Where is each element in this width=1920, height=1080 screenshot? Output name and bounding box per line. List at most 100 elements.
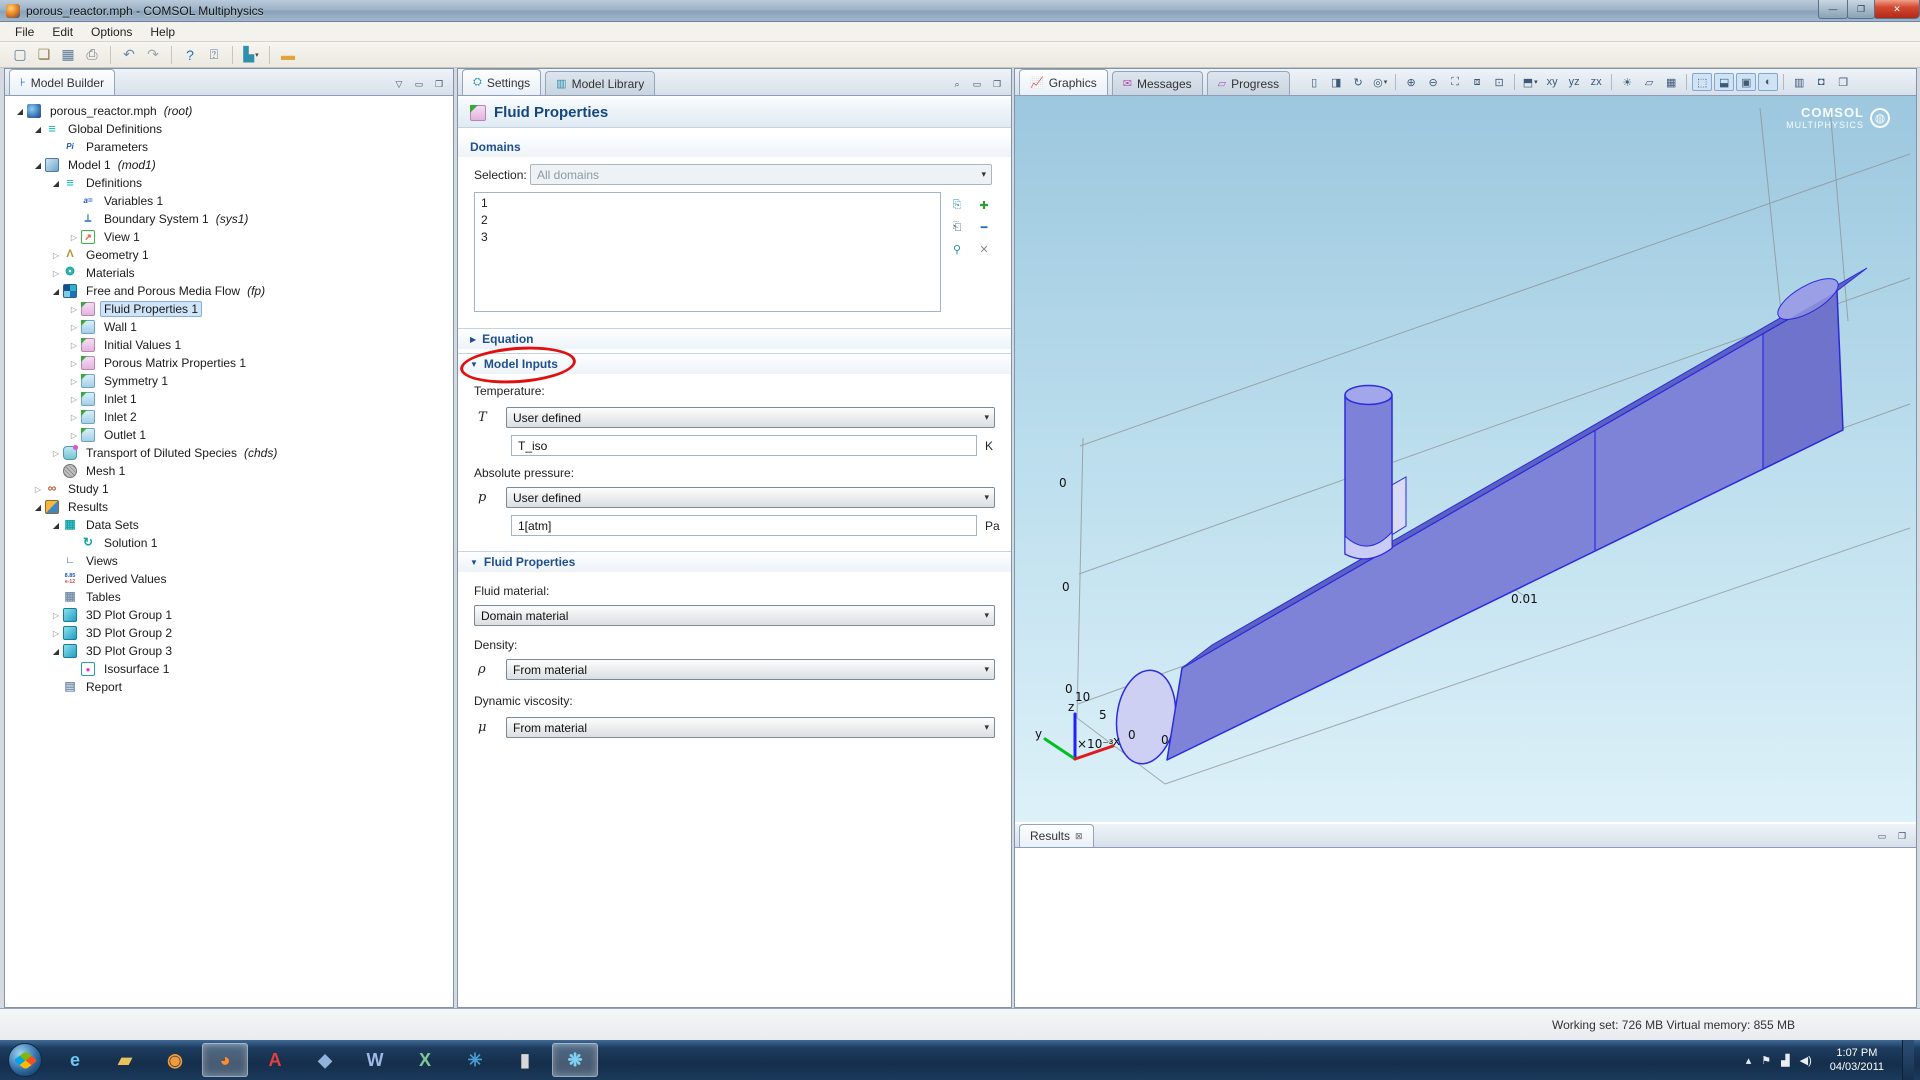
expanded-arrow-icon[interactable]: ◢ (49, 179, 63, 188)
show-desktop-button[interactable] (1902, 1040, 1914, 1080)
fluid-properties-section-header[interactable]: ▼ Fluid Properties (458, 551, 1011, 572)
wireframe-icon[interactable]: ▦ (1661, 73, 1681, 91)
tree-item-inlet-2[interactable]: ▷Inlet 2 (5, 408, 453, 426)
media-player-taskbar-button[interactable]: ◉ (152, 1043, 198, 1077)
tree-item-wall-1[interactable]: ▷Wall 1 (5, 318, 453, 336)
image-snapshot-icon[interactable]: ▥ (1789, 73, 1809, 91)
zx-view-icon[interactable]: zx (1586, 73, 1606, 91)
selection-dropdown[interactable]: All domains (530, 164, 992, 185)
measure-icon[interactable]: ▬ (276, 44, 300, 66)
collapsed-arrow-icon[interactable]: ▷ (67, 359, 81, 368)
tree-item-3d-plot-group-2[interactable]: ▷3D Plot Group 2 (5, 624, 453, 642)
minimize-window-button[interactable]: — (1818, 0, 1848, 19)
tree-item-initial-values-1[interactable]: ▷Initial Values 1 (5, 336, 453, 354)
print-icon[interactable]: ⎙ (80, 44, 104, 66)
expanded-arrow-icon[interactable]: ◢ (49, 287, 63, 296)
tree-item-boundary-system-1[interactable]: Boundary System 1(sys1) (5, 210, 453, 228)
locate-in-tree-icon[interactable]: ⌕ (949, 77, 965, 91)
maximize-panel-icon[interactable]: ❐ (1894, 829, 1910, 843)
add-to-selection-icon[interactable]: ✚ (973, 196, 995, 215)
console-taskbar-button[interactable]: ▮ (502, 1043, 548, 1077)
zoom-extents-icon[interactable]: ⛶ (1445, 73, 1465, 91)
plot-icon[interactable]: ▙▾ (239, 44, 263, 66)
tree-item-view-1[interactable]: ▷View 1 (5, 228, 453, 246)
default-3d-view-icon[interactable]: ⬒▾ (1520, 73, 1540, 91)
temperature-input[interactable]: T_iso (511, 435, 977, 456)
viscosity-dropdown[interactable]: From material (506, 717, 995, 738)
collapsed-arrow-icon[interactable]: ▷ (49, 251, 63, 260)
collapsed-arrow-icon[interactable]: ▷ (49, 611, 63, 620)
tab-progress[interactable]: ▱Progress (1207, 71, 1291, 95)
collapsed-arrow-icon[interactable]: ▷ (49, 269, 63, 278)
save-icon[interactable]: ▦ (56, 44, 80, 66)
tree-item-free-and-porous-media-flow[interactable]: ◢Free and Porous Media Flow(fp) (5, 282, 453, 300)
start-button[interactable] (8, 1043, 42, 1077)
taskbar-clock[interactable]: 1:07 PM 04/03/2011 (1822, 1046, 1892, 1074)
yz-view-icon[interactable]: yz (1564, 73, 1584, 91)
tree-item-definitions[interactable]: ◢Definitions (5, 174, 453, 192)
tree-item-global-definitions[interactable]: ◢Global Definitions (5, 120, 453, 138)
tree-item-tables[interactable]: Tables (5, 588, 453, 606)
expanded-arrow-icon[interactable]: ◢ (13, 107, 27, 116)
plot-app-taskbar-button[interactable]: ✳ (452, 1043, 498, 1077)
clip-box-icon[interactable]: ◨ (1326, 73, 1346, 91)
collapsed-arrow-icon[interactable]: ▷ (49, 449, 63, 458)
scene-light-icon[interactable]: ☀ (1617, 73, 1637, 91)
maximize-panel-icon[interactable]: ❐ (989, 77, 1005, 91)
clip-plane-icon[interactable]: ▯ (1304, 73, 1324, 91)
zoom-box-icon[interactable]: ⧈ (1467, 73, 1487, 91)
copy-selection-icon[interactable]: ⎘ (946, 196, 968, 215)
collapsed-arrow-icon[interactable]: ▷ (67, 377, 81, 386)
collapsed-arrow-icon[interactable]: ▷ (67, 431, 81, 440)
domains-list[interactable]: 123 (474, 192, 941, 312)
expanded-arrow-icon[interactable]: ◢ (31, 503, 45, 512)
tree-item-porous-reactor-mph[interactable]: ◢porous_reactor.mph(root) (5, 102, 453, 120)
firefox-taskbar-button[interactable]: ◕ (202, 1043, 248, 1077)
remove-from-selection-icon[interactable]: ━ (973, 218, 995, 237)
maximize-panel-icon[interactable]: ❐ (431, 77, 447, 91)
collapsed-arrow-icon[interactable]: ▷ (31, 485, 45, 494)
domain-list-item[interactable]: 3 (481, 230, 940, 247)
expanded-arrow-icon[interactable]: ◢ (49, 521, 63, 530)
menu-item-file[interactable]: File (6, 23, 43, 41)
expanded-arrow-icon[interactable]: ◢ (31, 161, 45, 170)
equation-section-header[interactable]: ▶ Equation (458, 328, 1011, 349)
orbit-icon[interactable]: ↻ (1348, 73, 1368, 91)
menu-item-edit[interactable]: Edit (43, 23, 82, 41)
temperature-dropdown[interactable]: User defined (506, 407, 995, 428)
collapsed-arrow-icon[interactable]: ▷ (67, 341, 81, 350)
tree-item-report[interactable]: Report (5, 678, 453, 696)
model-inputs-section-header[interactable]: ▼ Model Inputs (458, 353, 1011, 374)
tree-item-solution-1[interactable]: Solution 1 (5, 534, 453, 552)
fluid-material-dropdown[interactable]: Domain material (474, 605, 995, 626)
domain-list-item[interactable]: 2 (481, 213, 940, 230)
collapsed-arrow-icon[interactable]: ▷ (67, 395, 81, 404)
tree-menu-icon[interactable]: ▽ (391, 77, 407, 91)
tab-messages[interactable]: ✉Messages (1112, 71, 1203, 95)
expanded-arrow-icon[interactable]: ◢ (49, 647, 63, 656)
graphics-viewport[interactable]: 0000.0110500×10⁻³ z y x COMSOL MULTIPHYS… (1015, 96, 1916, 822)
collapsed-arrow-icon[interactable]: ▷ (67, 305, 81, 314)
tree-item-mesh-1[interactable]: Mesh 1 (5, 462, 453, 480)
network-icon[interactable]: ▟ (1781, 1054, 1789, 1067)
close-window-button[interactable]: ✕ (1874, 0, 1920, 19)
menu-item-help[interactable]: Help (141, 23, 184, 41)
create-selection-icon[interactable]: ⚲ (946, 240, 968, 259)
xy-view-icon[interactable]: xy (1542, 73, 1562, 91)
maximize-window-button[interactable]: ❐ (1847, 0, 1875, 19)
tree-item-materials[interactable]: ▷Materials (5, 264, 453, 282)
word-taskbar-button[interactable]: W (352, 1043, 398, 1077)
tree-item-porous-matrix-properties-1[interactable]: ▷Porous Matrix Properties 1 (5, 354, 453, 372)
tree-item-3d-plot-group-1[interactable]: ▷3D Plot Group 1 (5, 606, 453, 624)
collapsed-arrow-icon[interactable]: ▷ (67, 413, 81, 422)
tab-graphics[interactable]: 📈Graphics (1019, 69, 1108, 95)
view-menu-icon[interactable]: ◎▾ (1370, 73, 1390, 91)
tree-item-data-sets[interactable]: ◢Data Sets (5, 516, 453, 534)
pressure-input[interactable]: 1[atm] (511, 515, 977, 536)
domain-list-item[interactable]: 1 (481, 196, 940, 213)
tree-item-geometry-1[interactable]: ▷Geometry 1 (5, 246, 453, 264)
select-box-icon[interactable]: ⬚ (1692, 73, 1712, 91)
tree-item-isosurface-1[interactable]: Isosurface 1 (5, 660, 453, 678)
collapsed-arrow-icon[interactable]: ▷ (49, 629, 63, 638)
zoom-selected-icon[interactable]: ⊡ (1489, 73, 1509, 91)
